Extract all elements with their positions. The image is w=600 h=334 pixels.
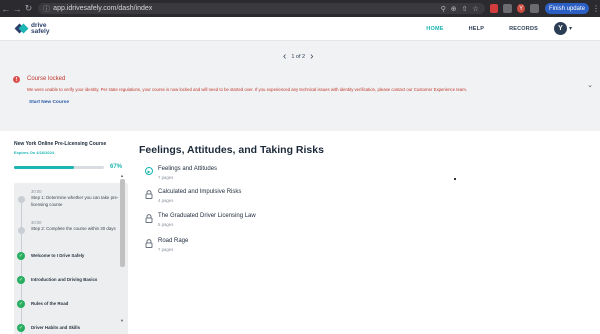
nav-help-link[interactable]: HELP <box>469 26 484 32</box>
reload-icon[interactable]: ↻ <box>23 0 34 17</box>
progress-track <box>14 166 104 169</box>
extensions-puzzle-icon[interactable] <box>530 4 539 13</box>
module-pages: 7 pages <box>158 175 174 180</box>
check-circle-icon: ✓ <box>17 324 25 332</box>
alert-message: We were unable to verify your identity. … <box>27 87 468 92</box>
step-pending-icon <box>18 196 25 203</box>
drive-safely-logo[interactable]: drive safely <box>14 21 50 35</box>
nav-home-link[interactable]: HOME <box>426 26 443 32</box>
scroll-up-icon[interactable]: ▲ <box>120 173 124 178</box>
step-text: Rules of the Road <box>31 301 69 306</box>
chevron-down-icon[interactable]: ⌄ <box>587 81 593 89</box>
browser-menu-icon[interactable]: ⋮ <box>592 4 600 13</box>
main-nav: HOME HELP RECORDS Y ▾ <box>426 22 600 35</box>
logo-text: drive safely <box>31 21 50 35</box>
notification-pager: ‹ 1 of 2 › <box>283 51 313 62</box>
step-text: Step 2: Complete the course within 30 da… <box>31 226 116 231</box>
lock-icon <box>145 190 153 199</box>
extension-icon-2[interactable] <box>503 4 512 13</box>
section-title: Feelings, Attitudes, and Taking Risks <box>139 144 324 156</box>
module-title: Road Rage <box>158 238 189 244</box>
extension-icon[interactable] <box>489 4 499 13</box>
play-icon: ▶ <box>145 167 153 175</box>
check-circle-icon: ✓ <box>17 252 25 260</box>
pager-count: 1 of 2 <box>291 53 306 60</box>
course-content: New York Online Pre-Licensing Course Exp… <box>0 131 600 334</box>
start-new-course-link[interactable]: Start New Course <box>29 100 69 105</box>
sidebar-scrollbar[interactable] <box>120 179 125 267</box>
chevron-left-icon[interactable]: ‹ <box>283 51 286 62</box>
zoom-icon[interactable]: ⊕ <box>451 5 457 13</box>
nav-records-link[interactable]: RECORDS <box>509 26 538 32</box>
finish-update-button[interactable]: Finish update <box>544 3 589 14</box>
check-circle-icon: ✓ <box>17 300 25 308</box>
alert-icon: ! <box>13 76 20 83</box>
progress-percent: 67% <box>109 164 122 170</box>
step-text: Driver Habits and Skills <box>31 325 81 330</box>
lock-icon <box>145 214 153 223</box>
module-title[interactable]: Feelings and Attitudes <box>158 166 217 172</box>
course-name: New York Online Pre-Licensing Course <box>14 141 107 147</box>
chevron-down-icon[interactable]: ▾ <box>569 25 572 32</box>
step-time: 30:00 <box>31 220 42 225</box>
logo-mark-icon <box>14 23 29 34</box>
module-pages: 4 pages <box>158 198 174 203</box>
step-text: Introduction and Driving Basics <box>31 277 98 282</box>
expiry-date: Expires On 4/16/2024 <box>14 150 55 155</box>
module-title: Calculated and Impulsive Risks <box>158 189 242 195</box>
step-text: Step 1: Determine whether you can take p… <box>31 195 119 207</box>
bookmark-star-icon[interactable]: ☆ <box>472 5 478 13</box>
step-time: 30:00 <box>31 189 42 194</box>
step-pending-icon <box>18 227 25 234</box>
address-url: app.idrivesafely.com/dash/index <box>53 5 153 12</box>
browser-toolbar: ← → ↻ ⓘ app.idrivesafely.com/dash/index … <box>0 0 600 17</box>
step-text: Welcome to I Drive Safely <box>31 253 85 258</box>
app-header: drive safely HOME HELP RECORDS Y ▾ <box>0 17 600 41</box>
module-pages: 7 pages <box>158 247 174 252</box>
course-steps: 30:00 Step 1: Determine whether you can … <box>14 183 128 334</box>
share-icon[interactable]: ⇧ <box>462 5 468 13</box>
timeline-line <box>21 197 22 334</box>
course-sidebar: New York Online Pre-Licensing Course Exp… <box>14 141 128 334</box>
site-info-icon[interactable]: ⓘ <box>43 4 51 14</box>
browser-profile-avatar[interactable]: Y <box>516 4 526 13</box>
scroll-down-icon[interactable]: ▼ <box>120 318 124 323</box>
progress-fill <box>14 166 75 169</box>
lock-icon <box>145 239 153 248</box>
module-pages: 5 pages <box>158 222 174 227</box>
back-icon[interactable]: ← <box>0 0 11 17</box>
mouse-cursor <box>454 178 456 180</box>
address-bar[interactable]: ⓘ app.idrivesafely.com/dash/index ⚲ ⊕ ⇧ … <box>38 3 485 14</box>
check-circle-icon: ✓ <box>17 276 25 284</box>
key-icon[interactable]: ⚲ <box>441 5 446 13</box>
chevron-right-icon[interactable]: › <box>310 51 313 62</box>
alert-title: Course locked <box>27 76 66 82</box>
course-progress: 67% <box>14 164 128 171</box>
course-locked-alert: ! Course locked We were unable to verify… <box>13 76 595 114</box>
forward-icon[interactable]: → <box>11 0 22 17</box>
user-avatar[interactable]: Y <box>553 22 567 35</box>
module-title: The Graduated Driver Licensing Law <box>158 213 256 219</box>
